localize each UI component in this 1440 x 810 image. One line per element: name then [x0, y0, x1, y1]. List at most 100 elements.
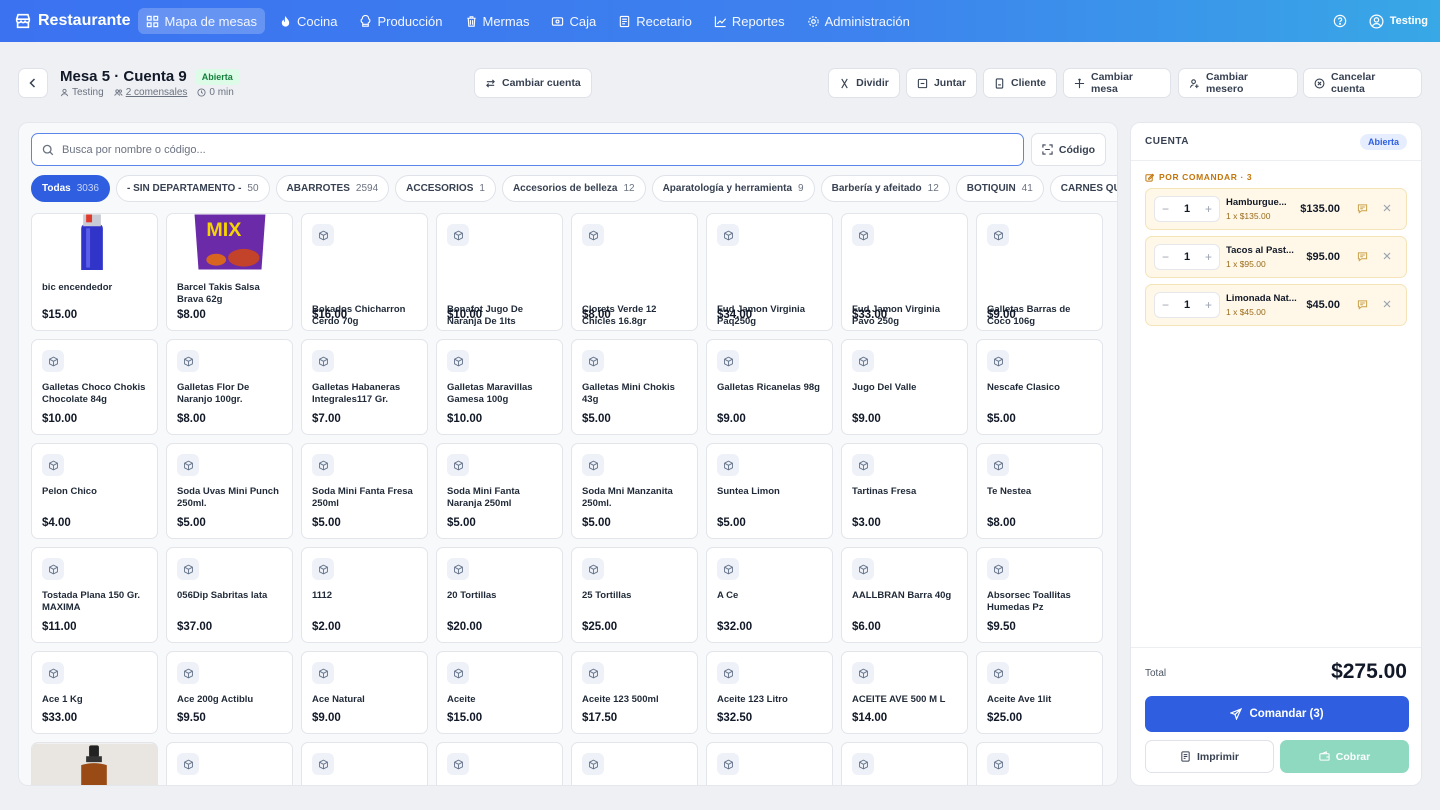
nav-item-administracion[interactable]: Administración: [799, 8, 918, 34]
plus-icon[interactable]: +: [1205, 250, 1212, 264]
close-icon[interactable]: [1382, 299, 1392, 309]
nav-item-cocina[interactable]: Cocina: [271, 8, 345, 34]
product-card[interactable]: Galletas Maravillas Gamesa 100g $10.00: [436, 339, 563, 435]
product-card[interactable]: Aceite Ave 1lit $25.00: [976, 651, 1103, 734]
product-card[interactable]: Tostada Plana 150 Gr. MAXIMA $11.00: [31, 547, 158, 643]
package-icon: [717, 753, 739, 775]
cash-register-icon: [551, 15, 564, 28]
minus-icon[interactable]: −: [1162, 202, 1169, 216]
product-card[interactable]: Ace 200g Actiblu $9.50: [166, 651, 293, 734]
nav-item-mapa-de-mesas[interactable]: Mapa de mesas: [138, 8, 265, 34]
product-card[interactable]: Nescafe Clasico $5.00: [976, 339, 1103, 435]
code-scan-button[interactable]: Código: [1031, 133, 1106, 166]
product-card[interactable]: 056Dip Sabritas lata $37.00: [166, 547, 293, 643]
product-card[interactable]: AALLBRAN Barra 40g $6.00: [841, 547, 968, 643]
category-chip-todas[interactable]: Todas 3036: [31, 175, 110, 202]
product-card[interactable]: Galletas Choco Chokis Chocolate 84g $10.0…: [31, 339, 158, 435]
product-card[interactable]: Aceite 123 500ml $17.50: [571, 651, 698, 734]
brand[interactable]: Restaurante: [14, 12, 130, 30]
product-card[interactable]: Te Nestea $8.00: [976, 443, 1103, 539]
product-card[interactable]: Fud Jamon Virginia Paq250g $34.00: [706, 213, 833, 331]
product-card[interactable]: A Ce $32.00: [706, 547, 833, 643]
category-chip-sin-departamento[interactable]: - SIN DEPARTAMENTO - 50: [115, 175, 270, 202]
cambiar-mesa-button[interactable]: Cambiar mesa: [1063, 68, 1171, 98]
quantity-stepper[interactable]: − 1 +: [1154, 196, 1220, 222]
product-card[interactable]: Aceite Cristal Maiz: [706, 742, 833, 785]
product-card[interactable]: Clorets Verde 12 Chicles 16.8gr $8.00: [571, 213, 698, 331]
product-card[interactable]: Soda Mini Fanta Naranja 250ml $5.00: [436, 443, 563, 539]
product-name: Aceite de Cutícula con: [852, 785, 957, 786]
back-button[interactable]: [18, 68, 48, 98]
product-card[interactable]: Aceite Corporal de: [301, 742, 428, 785]
user-menu[interactable]: Testing: [1369, 14, 1428, 29]
product-card[interactable]: Bonafot Jugo De Naranja De 1lts $10.00: [436, 213, 563, 331]
cambiar-mesero-button[interactable]: Cambiar mesero: [1178, 68, 1298, 98]
product-card[interactable]: [31, 742, 158, 785]
minus-icon[interactable]: −: [1162, 298, 1169, 312]
plus-icon[interactable]: +: [1205, 298, 1212, 312]
product-card[interactable]: Aceite $15.00: [436, 651, 563, 734]
plus-icon[interactable]: +: [1205, 202, 1212, 216]
category-chip-barberia-y-afeitado[interactable]: Barbería y afeitado 12: [820, 175, 950, 202]
product-card[interactable]: Aceite Kartamus 900: [976, 742, 1103, 785]
product-card[interactable]: Jugo Del Valle $9.00: [841, 339, 968, 435]
nav-item-reportes[interactable]: Reportes: [706, 8, 793, 34]
search-input[interactable]: Busca por nombre o código...: [31, 133, 1024, 166]
dividir-button[interactable]: Dividir: [828, 68, 900, 98]
category-chip-accesorios-de-belleza[interactable]: Accesorios de belleza 12: [501, 175, 646, 202]
guests-info[interactable]: 2 comensales: [113, 87, 187, 98]
product-card[interactable]: ACEITE AVE 500 M L $14.00: [841, 651, 968, 734]
help-icon[interactable]: [1333, 14, 1347, 28]
product-card[interactable]: MIX Barcel Takis Salsa Brava 62g $8.00: [166, 213, 293, 331]
product-card[interactable]: Fud Jamon Virginia Pavo 250g $33.00: [841, 213, 968, 331]
close-icon[interactable]: [1382, 251, 1392, 261]
product-card[interactable]: Absorsec Toallitas Humedas Pz $9.50: [976, 547, 1103, 643]
product-card[interactable]: Tartinas Fresa $3.00: [841, 443, 968, 539]
quantity-stepper[interactable]: − 1 +: [1154, 244, 1220, 270]
product-card[interactable]: Galletas Ricanelas 98g $9.00: [706, 339, 833, 435]
juntar-button[interactable]: Juntar: [906, 68, 977, 98]
product-card[interactable]: Ace Natural $9.00: [301, 651, 428, 734]
change-account-button[interactable]: Cambiar cuenta: [474, 68, 592, 98]
product-card[interactable]: Galletas Barras de Coco 106g $9.00: [976, 213, 1103, 331]
product-card[interactable]: 20 Tortillas $20.00: [436, 547, 563, 643]
product-card[interactable]: Ace 1 Kg $33.00: [31, 651, 158, 734]
product-card[interactable]: Soda Mni Manzanita 250ml. $5.00: [571, 443, 698, 539]
product-card[interactable]: Bokados Chicharron Cerdo 70g $16.00: [301, 213, 428, 331]
product-card[interactable]: Aceite de Cutícula con: [841, 742, 968, 786]
product-card[interactable]: Galletas Flor De Naranjo 100gr. $8.00: [166, 339, 293, 435]
product-card[interactable]: 1112 $2.00: [301, 547, 428, 643]
category-chip-aparatologia-y-herramienta[interactable]: Aparatología y herramienta 9: [651, 175, 815, 202]
close-icon[interactable]: [1382, 203, 1392, 213]
send-to-kitchen-button[interactable]: Comandar (3): [1145, 696, 1409, 732]
product-card[interactable]: Aceite Canilla 500ml: [166, 742, 293, 785]
quantity-stepper[interactable]: − 1 +: [1154, 292, 1220, 318]
product-card[interactable]: Soda Uvas Mini Punch 250ml. $5.00: [166, 443, 293, 539]
note-icon[interactable]: [1357, 251, 1368, 262]
product-card[interactable]: Aceite Cristal De Maiz: [571, 742, 698, 785]
print-button[interactable]: Imprimir: [1145, 740, 1274, 773]
product-card[interactable]: 25 Tortillas $25.00: [571, 547, 698, 643]
product-card[interactable]: Soda Mini Fanta Fresa 250ml $5.00: [301, 443, 428, 539]
minus-icon[interactable]: −: [1162, 250, 1169, 264]
nav-item-mermas[interactable]: Mermas: [457, 8, 538, 34]
category-chip-carnes-quesos-y-salchichoneria[interactable]: CARNES QUESOS Y SALCHICHONERIA: [1049, 175, 1117, 202]
charge-button[interactable]: Cobrar: [1280, 740, 1409, 773]
note-icon[interactable]: [1357, 299, 1368, 310]
product-card[interactable]: Aceite 123 Litro $32.50: [706, 651, 833, 734]
category-chip-accesorios[interactable]: ACCESORIOS 1: [395, 175, 496, 202]
product-card[interactable]: Galletas Habaneras Integrales117 Gr. $7.0…: [301, 339, 428, 435]
nav-item-recetario[interactable]: Recetario: [610, 8, 700, 34]
category-chip-botiquin[interactable]: BOTIQUIN 41: [955, 175, 1044, 202]
note-icon[interactable]: [1357, 203, 1368, 214]
product-card[interactable]: Aceite Cristal De 500: [436, 742, 563, 785]
cancelar-cuenta-button[interactable]: Cancelar cuenta: [1303, 68, 1422, 98]
nav-item-caja[interactable]: Caja: [543, 8, 604, 34]
category-chip-abarrotes[interactable]: ABARROTES 2594: [275, 175, 390, 202]
product-card[interactable]: bic encendedor $15.00: [31, 213, 158, 331]
product-card[interactable]: Pelon Chico $4.00: [31, 443, 158, 539]
nav-item-produccion[interactable]: Producción: [351, 8, 450, 34]
cliente-button[interactable]: Cliente: [983, 68, 1057, 98]
product-card[interactable]: Galletas Mini Chokis 43g $5.00: [571, 339, 698, 435]
product-card[interactable]: Suntea Limon $5.00: [706, 443, 833, 539]
